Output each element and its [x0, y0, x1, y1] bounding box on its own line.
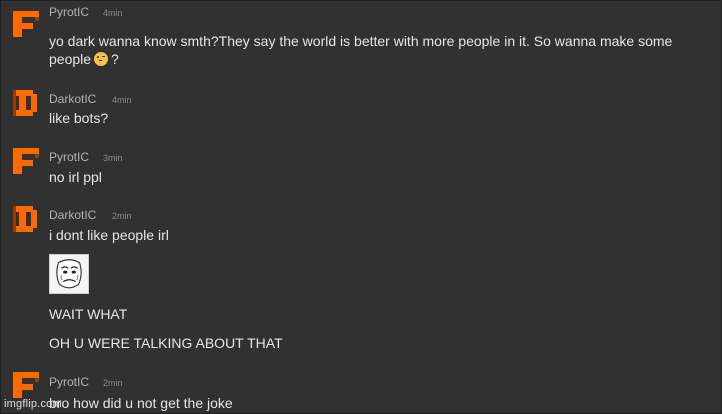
username-darkot[interactable]: DarkotIC	[49, 92, 96, 106]
message-text: WAIT WHAT	[49, 306, 128, 322]
smirk-emoji-icon	[94, 52, 109, 66]
watermark: imgflip.com	[4, 398, 62, 410]
chat-log: PyrotIC 4min yo dark wanna know smth?The…	[0, 0, 722, 414]
timestamp: 4min	[103, 8, 123, 18]
rage-face-meme-image[interactable]	[49, 254, 89, 294]
timestamp: 2min	[112, 211, 132, 221]
darkot-avatar-icon	[13, 90, 37, 116]
username-pyrot[interactable]: PyrotIC	[49, 375, 89, 389]
timestamp: 3min	[103, 153, 123, 163]
pyrot-avatar-icon	[13, 11, 39, 37]
message-text: OH U WERE TALKING ABOUT THAT	[49, 335, 283, 351]
message-text: like bots?	[49, 110, 109, 126]
username-pyrot[interactable]: PyrotIC	[49, 150, 89, 164]
username-darkot[interactable]: DarkotIC	[49, 208, 96, 222]
pyrot-avatar-icon	[13, 148, 39, 174]
message-text: yo dark wanna know smth?They say the wor…	[49, 33, 673, 49]
message-text: no irl ppl	[49, 169, 102, 185]
message-text: people?	[49, 51, 119, 67]
message-text: bro how did u not get the joke	[49, 395, 233, 411]
timestamp: 4min	[112, 95, 132, 105]
pyrot-avatar-icon	[13, 372, 39, 398]
darkot-avatar-icon	[13, 206, 37, 232]
message-text: i dont like people irl	[49, 227, 169, 243]
username-pyrot[interactable]: PyrotIC	[49, 5, 89, 19]
timestamp: 2min	[103, 378, 123, 388]
